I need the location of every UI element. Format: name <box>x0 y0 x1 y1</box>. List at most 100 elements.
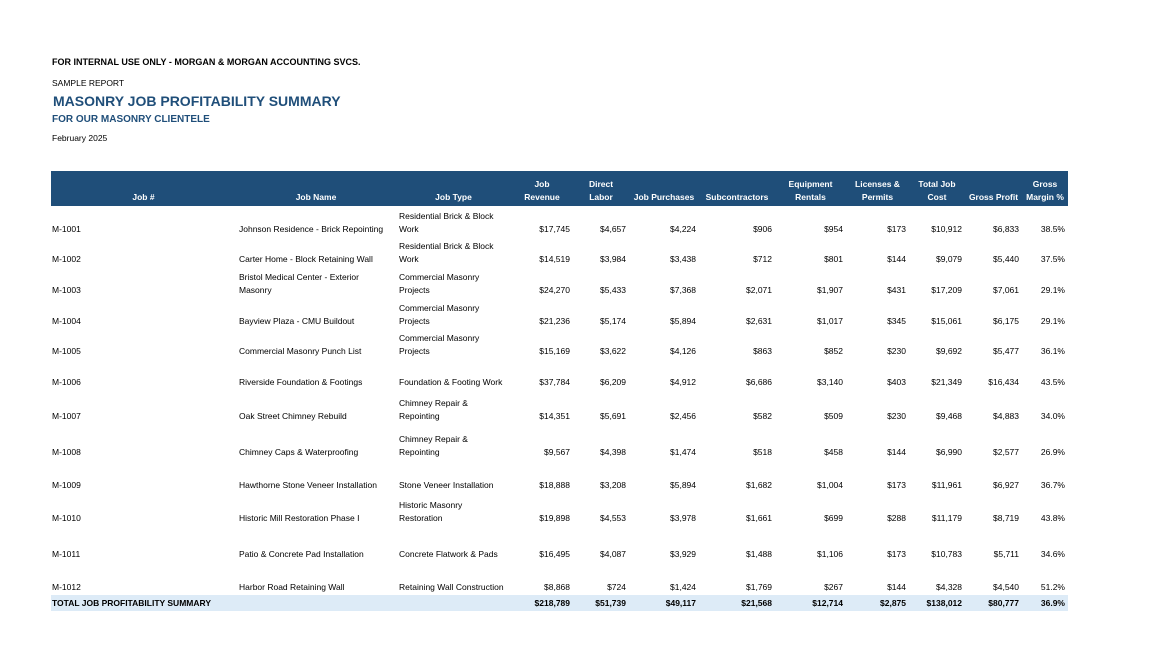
job-type-cell: Historic Masonry Restoration <box>399 500 463 523</box>
report-subtitle: FOR OUR MASONRY CLIENTELE <box>52 114 210 125</box>
licenses-permits-cell: $288 <box>887 513 906 523</box>
subcontractors-cell: $582 <box>753 411 772 421</box>
gross-margin-cell: 26.9% <box>1040 447 1065 457</box>
col-header-total-job-cost: Total Job Cost <box>909 171 965 206</box>
job-name-cell: Harbor Road Retaining Wall <box>239 582 345 592</box>
total-label: TOTAL JOB PROFITABILITY SUMMARY <box>51 595 511 611</box>
equipment-rentals-cell: $267 <box>824 582 843 592</box>
gross-margin-cell: 36.1% <box>1040 346 1065 356</box>
job-name-cell: Patio & Concrete Pad Installation <box>239 549 364 559</box>
equipment-rentals-cell: $954 <box>824 224 843 234</box>
job-name-cell: Bristol Medical Center - Exterior Masonr… <box>239 272 359 295</box>
equipment-rentals-cell: $801 <box>824 254 843 264</box>
job-revenue-cell: $14,519 <box>539 254 570 264</box>
gross-margin-cell: 29.1% <box>1040 285 1065 295</box>
total-job-cost-cell: $10,783 <box>931 549 962 559</box>
job-number-cell: M-1007 <box>52 411 81 421</box>
job-purchases-cell: $4,224 <box>670 224 696 234</box>
job-type-cell: Commercial Masonry Projects <box>399 303 480 326</box>
job-revenue-cell: $37,784 <box>539 377 570 387</box>
subcontractors-cell: $1,661 <box>746 513 772 523</box>
col-header-gross-margin: Gross Margin % <box>1022 171 1068 206</box>
direct-labor-cell: $4,087 <box>600 549 626 559</box>
col-header-subcontractors: Subcontractors <box>699 171 775 206</box>
total-subcontractors: $21,568 <box>699 595 775 611</box>
gross-margin-cell: 37.5% <box>1040 254 1065 264</box>
subcontractors-cell: $1,682 <box>746 480 772 490</box>
table-row: M-1004 Bayview Plaza - CMU Buildout Commer… <box>51 298 1068 329</box>
gross-profit-cell: $4,883 <box>993 411 1019 421</box>
gross-margin-cell: 43.8% <box>1040 513 1065 523</box>
direct-labor-cell: $3,984 <box>600 254 626 264</box>
subcontractors-cell: $906 <box>753 224 772 234</box>
gross-profit-cell: $7,061 <box>993 285 1019 295</box>
direct-labor-cell: $724 <box>607 582 626 592</box>
col-header-licenses-permits: Licenses & Permits <box>846 171 909 206</box>
licenses-permits-cell: $230 <box>887 411 906 421</box>
subcontractors-cell: $1,488 <box>746 549 772 559</box>
job-purchases-cell: $1,474 <box>670 447 696 457</box>
job-revenue-cell: $24,270 <box>539 285 570 295</box>
direct-labor-cell: $4,398 <box>600 447 626 457</box>
job-number-cell: M-1009 <box>52 480 81 490</box>
licenses-permits-cell: $144 <box>887 254 906 264</box>
table-row: M-1012 Harbor Road Retaining Wall Retainin… <box>51 562 1068 595</box>
table-row: M-1011 Patio & Concrete Pad Installation C… <box>51 526 1068 562</box>
job-name-cell: Carter Home - Block Retaining Wall <box>239 254 373 264</box>
licenses-permits-cell: $144 <box>887 447 906 457</box>
licenses-permits-cell: $173 <box>887 480 906 490</box>
gross-margin-cell: 29.1% <box>1040 316 1065 326</box>
gross-profit-cell: $5,477 <box>993 346 1019 356</box>
col-header-gross-profit: Gross Profit <box>965 171 1022 206</box>
direct-labor-cell: $5,433 <box>600 285 626 295</box>
job-number-cell: M-1011 <box>52 549 81 559</box>
gross-margin-cell: 51.2% <box>1040 582 1065 592</box>
licenses-permits-cell: $345 <box>887 316 906 326</box>
job-number-cell: M-1006 <box>52 377 81 387</box>
total-job-cost-cell: $4,328 <box>936 582 962 592</box>
table-row: M-1008 Chimney Caps & Waterproofing Chimne… <box>51 424 1068 460</box>
job-name-cell: Hawthorne Stone Veneer Installation <box>239 480 377 490</box>
col-header-direct-labor: Direct Labor <box>573 171 629 206</box>
table-row: M-1002 Carter Home - Block Retaining Wall… <box>51 237 1068 267</box>
job-number-cell: M-1001 <box>52 224 81 234</box>
report-header: FOR INTERNAL USE ONLY - MORGAN & MORGAN … <box>52 56 361 144</box>
job-revenue-cell: $19,898 <box>539 513 570 523</box>
job-name-cell: Bayview Plaza - CMU Buildout <box>239 316 355 326</box>
total-job-cost-cell: $9,468 <box>936 411 962 421</box>
job-number-cell: M-1002 <box>52 254 81 264</box>
gross-profit-cell: $5,711 <box>993 549 1019 559</box>
equipment-rentals-cell: $3,140 <box>817 377 843 387</box>
total-margin: 36.9% <box>1022 595 1068 611</box>
table-row: M-1007 Oak Street Chimney Rebuild Chimney … <box>51 390 1068 424</box>
licenses-permits-cell: $403 <box>887 377 906 387</box>
equipment-rentals-cell: $1,907 <box>817 285 843 295</box>
job-name-cell: Chimney Caps & Waterproofing <box>239 447 359 457</box>
job-type-cell: Chimney Repair & Repointing <box>399 398 468 421</box>
gross-profit-cell: $6,175 <box>993 316 1019 326</box>
job-number-cell: M-1012 <box>52 582 81 592</box>
job-name-cell: Riverside Foundation & Footings <box>239 377 363 387</box>
subcontractors-cell: $1,769 <box>746 582 772 592</box>
licenses-permits-cell: $144 <box>887 582 906 592</box>
job-type-cell: Retaining Wall Construction <box>399 582 504 592</box>
gross-profit-cell: $2,577 <box>993 447 1019 457</box>
job-number-cell: M-1004 <box>52 316 81 326</box>
report-date: February 2025 <box>52 133 108 143</box>
job-revenue-cell: $15,169 <box>539 346 570 356</box>
job-name-cell: Historic Mill Restoration Phase I <box>239 513 360 523</box>
job-number-cell: M-1010 <box>52 513 81 523</box>
table-row: M-1006 Riverside Foundation & Footings Fou… <box>51 359 1068 390</box>
gross-margin-cell: 34.6% <box>1040 549 1065 559</box>
equipment-rentals-cell: $699 <box>824 513 843 523</box>
table-row: M-1005 Commercial Masonry Punch List Comme… <box>51 329 1068 359</box>
job-type-cell: Foundation & Footing Work <box>399 377 503 387</box>
direct-labor-cell: $4,553 <box>600 513 626 523</box>
job-type-cell: Commercial Masonry Projects <box>399 272 480 295</box>
job-type-cell: Concrete Flatwork & Pads <box>399 549 498 559</box>
direct-labor-cell: $4,657 <box>600 224 626 234</box>
col-header-job-revenue: Job Revenue <box>511 171 573 206</box>
total-job-cost-cell: $6,990 <box>936 447 962 457</box>
total-labor: $51,739 <box>573 595 629 611</box>
job-name-cell: Oak Street Chimney Rebuild <box>239 411 347 421</box>
